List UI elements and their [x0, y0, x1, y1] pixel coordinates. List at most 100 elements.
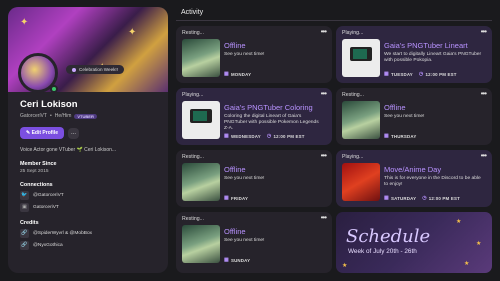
credits-heading: Credits: [20, 220, 39, 226]
activity-card-sunday[interactable]: Resting... ••• Offline See you next time…: [176, 212, 332, 273]
day-chip: ▦ MONDAY: [224, 71, 251, 77]
activity-card-monday[interactable]: Resting... ••• Offline See you next time…: [176, 26, 332, 83]
activity-title: Offline: [384, 103, 406, 112]
schedule-week: Week of July 20th - 26th: [348, 248, 417, 255]
schedule-title: Schedule: [346, 226, 431, 247]
activity-title: Offline: [224, 227, 246, 236]
connection-twitter[interactable]: 🐦 @GatorceriVT: [20, 191, 158, 200]
time-label: 12:00 PM EST: [273, 133, 305, 139]
activity-title: Gaia's PNGTuber Coloring: [224, 103, 313, 112]
activity-thumbnail: [182, 225, 220, 263]
activity-thumbnail: [342, 101, 380, 139]
bio-text: Voice Actor gone VTuber 🌱 Ceri Lokison..…: [20, 147, 117, 153]
twitch-icon: ▣: [20, 203, 29, 212]
status-tooltip: Celebration Week!!: [66, 65, 124, 74]
clock-icon: ◷: [418, 71, 424, 77]
day-label: SUNDAY: [230, 257, 251, 263]
activity-description: Coloring the digital Lineart of Gaia's P…: [224, 114, 319, 131]
activity-thumbnail: [342, 39, 380, 77]
card-menu-button[interactable]: •••: [321, 151, 327, 160]
status-dot-icon: [72, 67, 76, 72]
activity-state: Resting...: [182, 30, 204, 36]
activity-thumbnail: [182, 101, 220, 139]
schedule-banner: ★ ★ ★ ★ Schedule Week of July 20th - 26t…: [336, 212, 492, 273]
card-menu-button[interactable]: •••: [481, 151, 487, 160]
time-label: 12:00 PM EST: [425, 71, 457, 77]
activity-card-tuesday[interactable]: Playing... ••• Gaia's PNGTuber Lineart W…: [336, 26, 492, 83]
day-label: FRIDAY: [230, 195, 249, 201]
activity-card-wednesday[interactable]: Playing... ••• Gaia's PNGTuber Coloring …: [176, 88, 332, 145]
calendar-icon: ▦: [224, 71, 229, 77]
activity-card-thursday[interactable]: Resting... ••• Offline See you next time…: [336, 88, 492, 145]
activity-title: Gaia's PNGTuber Lineart: [384, 41, 468, 50]
twitter-icon: 🐦: [20, 191, 29, 200]
edit-profile-label: Edit Profile: [31, 130, 58, 136]
activity-meta: ▦ THURSDAY: [384, 133, 417, 139]
activity-meta: ▦ TUESDAY ◷ 12:00 PM EST: [384, 71, 457, 77]
activity-state: Resting...: [182, 154, 204, 160]
connection-label: @GatorceriVT: [33, 193, 64, 198]
activity-title: Offline: [224, 41, 246, 50]
star-icon: ✦: [20, 17, 29, 28]
card-menu-button[interactable]: •••: [321, 89, 327, 98]
activity-meta: ▦ SATURDAY ◷ 12:00 PM EST: [384, 195, 460, 201]
activity-state: Playing...: [342, 30, 364, 36]
connection-twitch[interactable]: ▣ GatorceriVT: [20, 203, 158, 212]
activity-description: See you next time!: [224, 176, 265, 181]
profile-subline: GatorceriVT • He/Him VTUBER: [20, 113, 158, 119]
online-status-icon: [50, 85, 58, 93]
time-label: 12:00 PM EST: [428, 195, 460, 201]
activity-card-friday[interactable]: Resting... ••• Offline See you next time…: [176, 150, 332, 207]
credit-item[interactable]: 🔗 @NyxGothica: [20, 241, 158, 250]
profile-body: Ceri Lokison GatorceriVT • He/Him VTUBER…: [20, 99, 158, 250]
day-chip: ▦ FRIDAY: [224, 195, 248, 201]
activity-thumbnail: [342, 163, 380, 201]
drawing-tablet-icon: [190, 109, 212, 123]
activity-meta: ▦ MONDAY: [224, 71, 251, 77]
star-icon: ★: [476, 241, 482, 247]
drawing-tablet-icon: [350, 47, 372, 61]
credit-label: @SpiderWyvrl & @MobBox: [33, 231, 93, 236]
edit-profile-button[interactable]: ✎ Edit Profile: [20, 127, 64, 139]
star-icon: ★: [456, 219, 462, 225]
activity-card-saturday[interactable]: Playing... ••• Move/Anime Day This is fo…: [336, 150, 492, 207]
activity-description: See you next time!: [224, 238, 265, 243]
profile-card: ✦ ✦ ✦ Celebration Week!! Ceri Lokison Ga…: [8, 7, 168, 273]
day-label: WEDNESDAY: [230, 133, 261, 139]
activity-title: Offline: [224, 165, 246, 174]
day-label: THURSDAY: [390, 133, 417, 139]
display-name: Ceri Lokison: [20, 99, 78, 110]
card-menu-button[interactable]: •••: [321, 27, 327, 36]
calendar-icon: ▦: [224, 195, 229, 201]
pronouns: He/Him: [54, 113, 72, 119]
time-chip: ◷ 12:00 PM EST: [267, 133, 305, 139]
card-menu-button[interactable]: •••: [481, 89, 487, 98]
activity-description: See you next time!: [224, 52, 265, 57]
activity-meta: ▦ WEDNESDAY ◷ 12:00 PM EST: [224, 133, 305, 139]
card-menu-button[interactable]: •••: [481, 27, 487, 36]
more-options-button[interactable]: ...: [68, 127, 79, 139]
credit-item[interactable]: 🔗 @SpiderWyvrl & @MobBox: [20, 229, 158, 238]
calendar-icon: ▦: [224, 257, 229, 263]
calendar-icon: ▦: [384, 71, 389, 77]
activity-description: We start to digitally Lineart Gaia's PNG…: [384, 52, 482, 63]
separator: •: [49, 113, 52, 119]
activity-description: This is for everyone in the Discord to b…: [384, 176, 481, 187]
star-icon: ★: [464, 261, 470, 267]
credit-label: @NyxGothica: [33, 243, 63, 248]
activity-state: Playing...: [342, 154, 364, 160]
app-root: ✦ ✦ ✦ Celebration Week!! Ceri Lokison Ga…: [0, 0, 500, 281]
status-text: Celebration Week!!: [79, 67, 118, 72]
day-label: MONDAY: [230, 71, 252, 77]
calendar-icon: ▦: [224, 133, 229, 139]
connections-heading: Connections: [20, 182, 53, 188]
activity-state: Playing...: [182, 92, 204, 98]
activity-state: Resting...: [182, 216, 204, 222]
member-since-date: 25 Sept 2015: [20, 169, 49, 174]
card-menu-button[interactable]: •••: [321, 213, 327, 222]
activity-title: Move/Anime Day: [384, 165, 442, 174]
activity-divider: [176, 20, 492, 21]
link-icon: 🔗: [20, 229, 29, 238]
connection-label: GatorceriVT: [33, 205, 59, 210]
clock-icon: ◷: [422, 195, 427, 201]
